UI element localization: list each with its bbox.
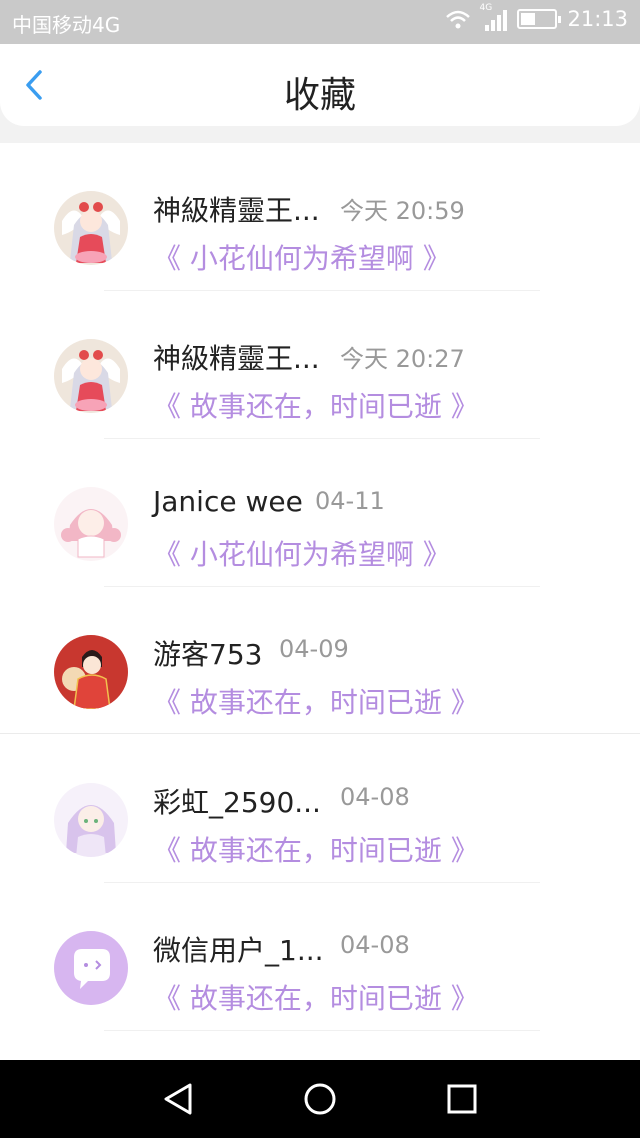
timestamp: 今天 20:27 xyxy=(340,345,465,373)
status-icons: 4G 21:13 xyxy=(445,3,628,31)
avatar xyxy=(54,635,128,709)
user-name: 微信用户_1... xyxy=(153,934,324,967)
timestamp: 04-08 xyxy=(340,783,410,811)
timestamp: 今天 20:59 xyxy=(340,197,465,225)
story-title-link[interactable]: 《 故事还在，时间已逝 》 xyxy=(153,385,479,425)
triangle-back-icon xyxy=(164,1083,192,1115)
avatar xyxy=(54,931,128,1005)
chat-bubble-avatar-icon xyxy=(54,931,128,1005)
cellular-signal-icon: 4G xyxy=(479,3,508,31)
nav-back-button[interactable] xyxy=(160,1081,196,1117)
user-name: 游客753 xyxy=(153,638,263,671)
story-title-link[interactable]: 《 故事还在，时间已逝 》 xyxy=(153,681,479,721)
wifi-icon xyxy=(446,10,471,29)
timestamp: 04-09 xyxy=(279,635,349,663)
square-recents-icon xyxy=(447,1084,477,1114)
list-item[interactable]: 微信用户_1... 04-08 《 故事还在，时间已逝 》 xyxy=(0,883,640,1031)
battery-icon xyxy=(517,9,562,29)
user-name: 彩虹_2590... xyxy=(153,786,321,819)
story-title-link[interactable]: 《 小花仙何为希望啊 》 xyxy=(153,533,451,573)
anime-angel-avatar-icon xyxy=(54,339,128,413)
anime-angel-avatar-icon xyxy=(54,191,128,265)
nav-home-button[interactable] xyxy=(302,1081,338,1117)
clock: 21:13 xyxy=(567,7,628,31)
story-title-link[interactable]: 《 小花仙何为希望啊 》 xyxy=(153,237,451,277)
user-name: Janice wee xyxy=(153,485,303,518)
list-item[interactable]: Janice wee 04-11 《 小花仙何为希望啊 》 xyxy=(0,439,640,587)
nav-recents-button[interactable] xyxy=(444,1081,480,1117)
carrier-label: 中国移动4G xyxy=(12,13,121,37)
status-bar: 中国移动4G 4G 21:13 xyxy=(0,0,640,44)
anime-red-dress-avatar-icon xyxy=(54,635,128,709)
user-name: 神級精靈王... xyxy=(153,342,320,375)
avatar xyxy=(54,783,128,857)
timestamp: 04-11 xyxy=(315,487,385,515)
page-header: 收藏 xyxy=(0,44,640,126)
list-item[interactable]: 游客753 04-09 《 故事还在，时间已逝 》 xyxy=(0,587,640,735)
anime-lilac-girl-avatar-icon xyxy=(54,783,128,857)
anime-pink-girl-avatar-icon xyxy=(54,487,128,561)
avatar xyxy=(54,487,128,561)
story-title-link[interactable]: 《 故事还在，时间已逝 》 xyxy=(153,829,479,869)
list-item[interactable]: 神級精靈王... 今天 20:59 《 小花仙何为希望啊 》 xyxy=(0,143,640,291)
user-name: 神級精靈王... xyxy=(153,194,320,227)
list-item[interactable]: 神級精靈王... 今天 20:27 《 故事还在，时间已逝 》 xyxy=(0,291,640,439)
avatar xyxy=(54,339,128,413)
circle-home-icon xyxy=(304,1083,336,1115)
timestamp: 04-08 xyxy=(340,931,410,959)
section-divider xyxy=(0,733,640,734)
battery-level xyxy=(521,13,536,25)
divider xyxy=(104,1030,540,1031)
page-title: 收藏 xyxy=(283,75,356,116)
list-item[interactable]: 彩虹_2590... 04-08 《 故事还在，时间已逝 》 xyxy=(0,735,640,883)
favorites-list: 神級精靈王... 今天 20:59 《 小花仙何为希望啊 》 神級精靈王... … xyxy=(0,143,640,1060)
system-nav-bar xyxy=(0,1060,640,1138)
avatar xyxy=(54,191,128,265)
story-title-link[interactable]: 《 故事还在，时间已逝 》 xyxy=(153,977,479,1017)
